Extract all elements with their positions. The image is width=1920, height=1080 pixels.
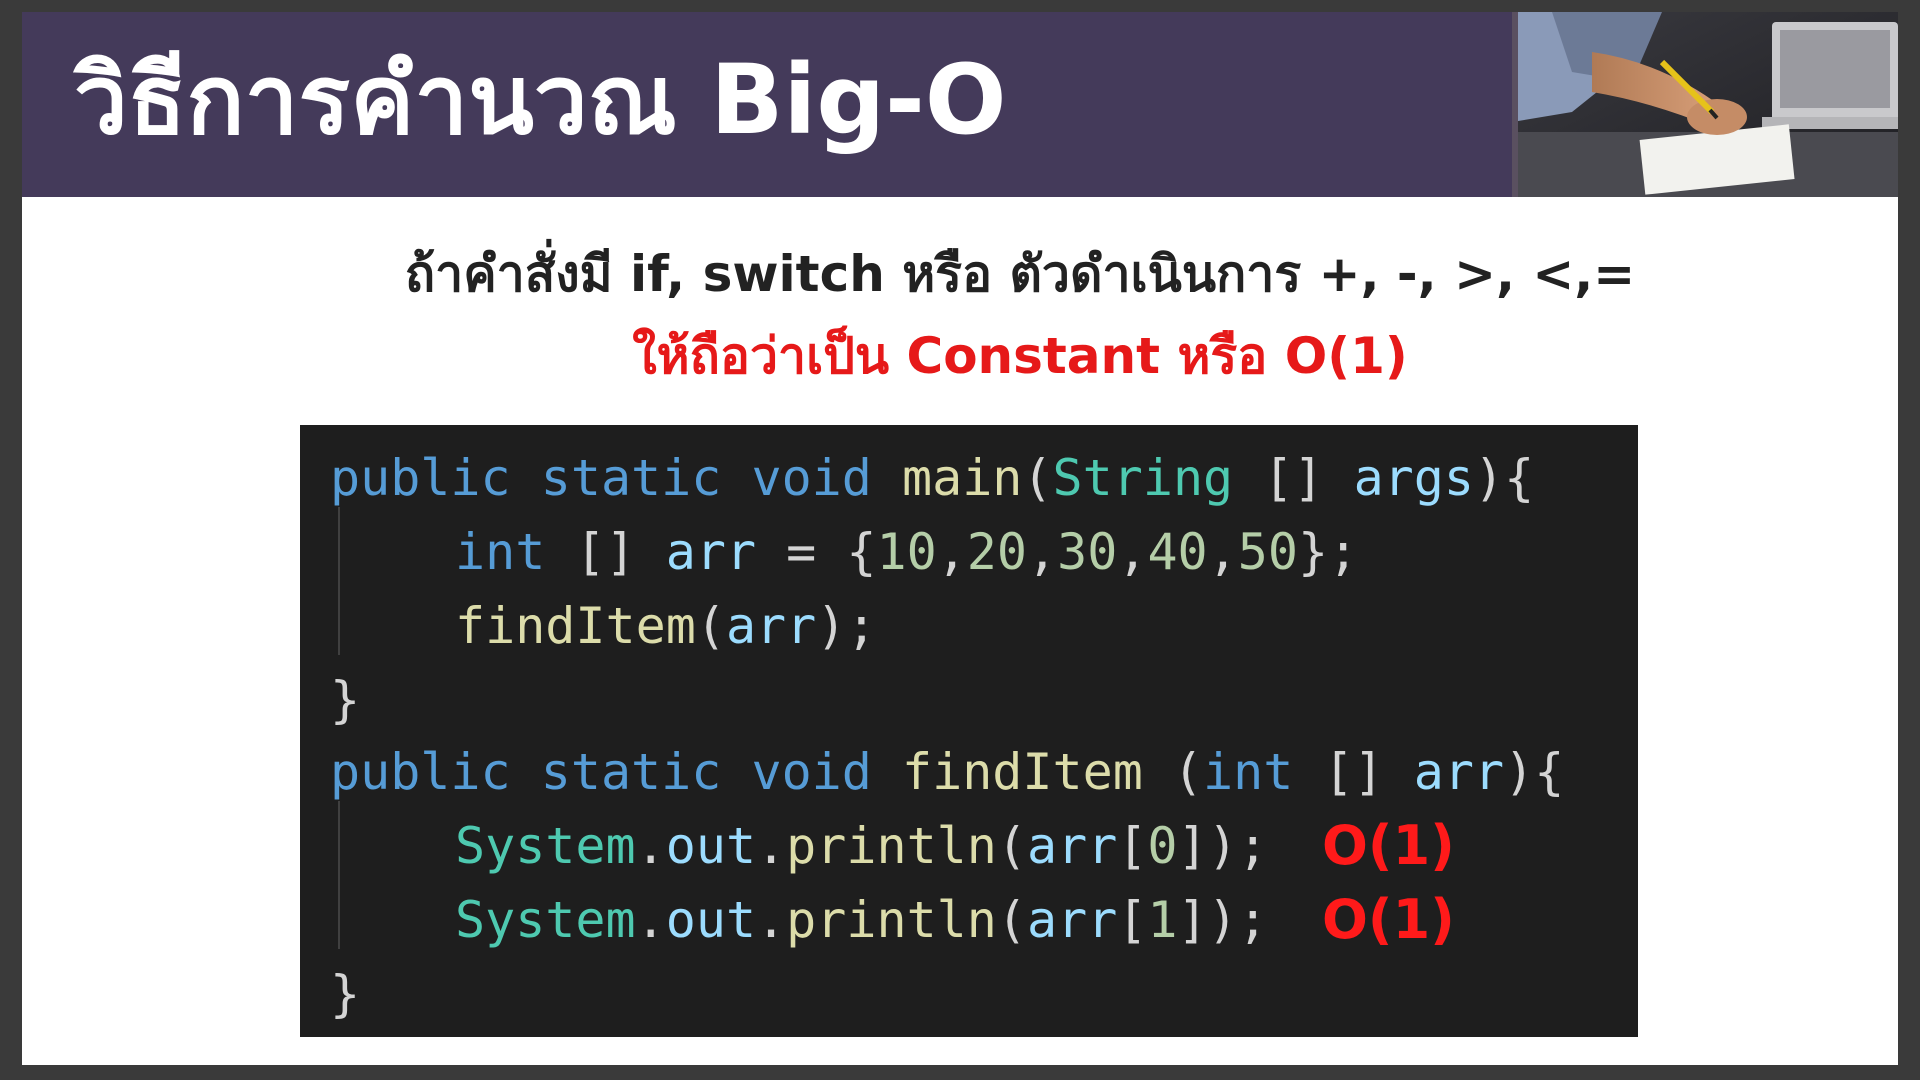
slide-title: วิธีการคำนวณ Big-O — [74, 44, 1007, 156]
complexity-note-line6: O(1) — [1322, 814, 1455, 877]
code-token: System — [455, 817, 636, 875]
code-token: . — [756, 817, 787, 875]
code-token: void — [751, 743, 872, 801]
code-token: . — [756, 891, 787, 949]
code-token: void — [751, 449, 872, 507]
code-line-2: int [] arr = {10,20,30,40,50}; — [455, 523, 1359, 581]
code-token: ){ — [1474, 449, 1535, 507]
code-token: args — [1353, 449, 1474, 507]
code-token: 50 — [1237, 523, 1298, 581]
code-token: ( — [1022, 449, 1053, 507]
code-token: 30 — [1057, 523, 1118, 581]
code-token: static — [540, 449, 722, 507]
code-token: ( — [996, 891, 1027, 949]
code-token: out — [665, 891, 757, 949]
code-token: } — [330, 671, 361, 729]
code-token: ( — [1142, 743, 1204, 801]
code-token: . — [635, 817, 666, 875]
code-token: static — [540, 743, 722, 801]
subtitle-constant: ให้ถือว่าเป็น Constant หรือ O(1) — [632, 327, 1408, 385]
person-writing-photo-icon — [1512, 12, 1898, 197]
code-token: ]); — [1177, 891, 1268, 949]
code-line-3: findItem(arr); — [455, 589, 876, 663]
code-token: arr — [1413, 743, 1505, 801]
code-token: ){ — [1504, 743, 1565, 801]
code-token: int — [455, 523, 546, 581]
code-token: [] — [1233, 449, 1354, 507]
code-token: ( — [996, 817, 1027, 875]
code-token: findItem — [902, 743, 1143, 801]
code-token: } — [330, 965, 361, 1023]
code-line-1: public static void main(String [] args){ — [330, 441, 1534, 515]
code-token: ( — [695, 597, 726, 655]
code-token: public — [330, 743, 511, 801]
code-token: = { — [756, 523, 877, 581]
code-token: . — [635, 891, 666, 949]
code-line-8: } — [330, 957, 360, 1031]
code-token: public — [330, 449, 511, 507]
code-token: arr — [725, 597, 817, 655]
code-token: 20 — [966, 523, 1028, 581]
code-token: }; — [1298, 523, 1359, 581]
indent-guide — [338, 801, 340, 949]
code-token: System — [455, 891, 636, 949]
code-token: arr — [665, 523, 757, 581]
code-token: println — [786, 891, 997, 949]
code-token: 0 — [1147, 817, 1178, 875]
title-bar: วิธีการคำนวณ Big-O — [22, 12, 1512, 197]
header-photo — [1512, 12, 1898, 197]
code-token: ); — [816, 597, 877, 655]
code-token: out — [665, 817, 757, 875]
code-token: findItem — [455, 597, 696, 655]
code-line-7: System.out.println(arr[1]); — [455, 883, 1268, 957]
code-token: 40 — [1147, 523, 1208, 581]
code-token: 1 — [1147, 891, 1178, 949]
code-token: String — [1052, 449, 1234, 507]
subtitle-rule: ถ้าคำสั่งมี if, switch หรือ ตัวดำเนินการ… — [404, 245, 1636, 303]
code-token: [ — [1117, 817, 1148, 875]
code-line-5: public static void findItem (int [] arr)… — [330, 735, 1564, 809]
slide: วิธีการคำนวณ Big-O ถ้าคำสั่งมี if, switc… — [22, 12, 1898, 1065]
code-line-6: System.out.println(arr[0]); — [455, 809, 1268, 883]
complexity-note-line7: O(1) — [1322, 888, 1455, 951]
code-token: arr — [1026, 817, 1118, 875]
code-token: println — [786, 817, 997, 875]
code-token: 10 — [876, 523, 937, 581]
code-token: int — [1203, 743, 1294, 801]
code-token: [ — [1117, 891, 1148, 949]
code-token: [] — [1293, 743, 1414, 801]
code-token: ]); — [1177, 817, 1268, 875]
code-block: public static void main(String [] args){… — [300, 425, 1638, 1037]
indent-guide — [338, 507, 340, 655]
code-token: main — [902, 449, 1023, 507]
code-token: arr — [1026, 891, 1118, 949]
code-line-4: } — [330, 663, 360, 737]
code-token: [] — [545, 523, 666, 581]
